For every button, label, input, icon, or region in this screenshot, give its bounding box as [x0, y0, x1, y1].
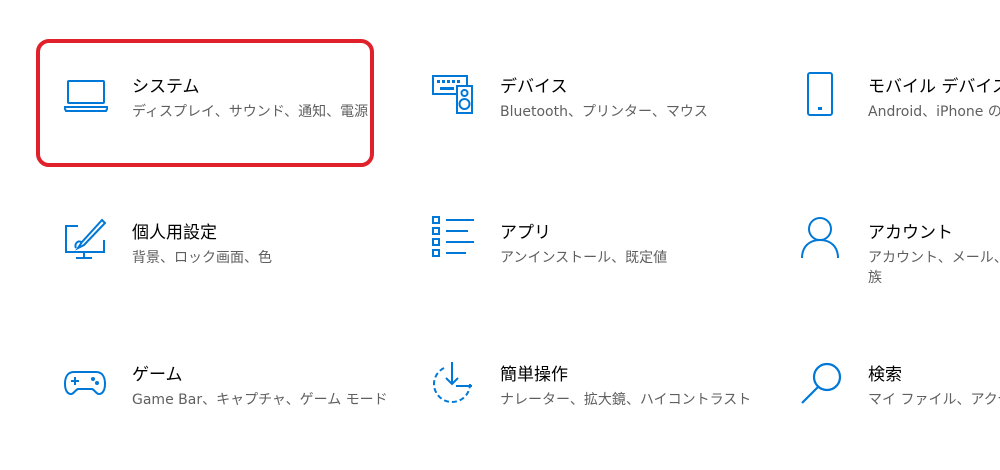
tile-gaming[interactable]: ゲーム Game Bar、キャプチャ、ゲーム モード [64, 364, 388, 464]
tile-title: 検索 [868, 365, 902, 385]
tile-description-line: アカウント、メール、同 [868, 250, 1000, 266]
tile-title: ゲーム [132, 365, 183, 385]
tile-title: 簡単操作 [500, 365, 568, 385]
tile-description-line: 族 [868, 270, 882, 286]
phone-icon [800, 72, 844, 116]
tile-title: 個人用設定 [132, 223, 217, 243]
tile-accounts[interactable]: アカウント アカウント、メール、同 族 [800, 216, 1000, 316]
paintbrush-monitor-icon [64, 218, 108, 262]
search-icon [800, 362, 844, 406]
tile-description: アンインストール、既定値 [500, 250, 668, 266]
tile-title: モバイル デバイス [868, 77, 1000, 97]
tile-description: Bluetooth、プリンター、マウス [500, 104, 708, 120]
tile-description: Game Bar、キャプチャ、ゲーム モード [132, 392, 388, 408]
tile-description: ディスプレイ、サウンド、通知、電源 [132, 104, 369, 120]
tile-apps[interactable]: アプリ アンインストール、既定値 [432, 216, 732, 316]
tile-description: ナレーター、拡大鏡、ハイコントラスト [500, 392, 752, 408]
keyboard-speaker-icon [432, 72, 476, 116]
tile-title: デバイス [500, 77, 568, 97]
ease-of-access-icon [432, 362, 476, 406]
tile-ease-of-access[interactable]: 簡単操作 ナレーター、拡大鏡、ハイコントラスト [432, 362, 752, 462]
tile-personalization[interactable]: 個人用設定 背景、ロック画面、色 [64, 218, 364, 318]
tile-title: アカウント [868, 223, 953, 243]
tile-description: 背景、ロック画面、色 [132, 250, 272, 266]
laptop-icon [64, 76, 108, 120]
gamepad-icon [64, 364, 108, 408]
tile-title: アプリ [500, 223, 551, 243]
app-list-icon [432, 216, 476, 260]
tile-description: Android、iPhone の [868, 104, 1000, 120]
tile-description: マイ ファイル、アクセス [868, 392, 1000, 408]
tile-search[interactable]: 検索 マイ ファイル、アクセス [800, 362, 1000, 462]
tile-mobile-devices[interactable]: モバイル デバイス Android、iPhone の [800, 72, 1000, 172]
tile-devices[interactable]: デバイス Bluetooth、プリンター、マウス [432, 72, 732, 172]
tile-title: システム [132, 77, 200, 97]
tile-system[interactable]: システム ディスプレイ、サウンド、通知、電源 [64, 76, 368, 176]
tile-description: アカウント、メール、同 族 [868, 248, 1000, 288]
person-icon [800, 216, 844, 260]
